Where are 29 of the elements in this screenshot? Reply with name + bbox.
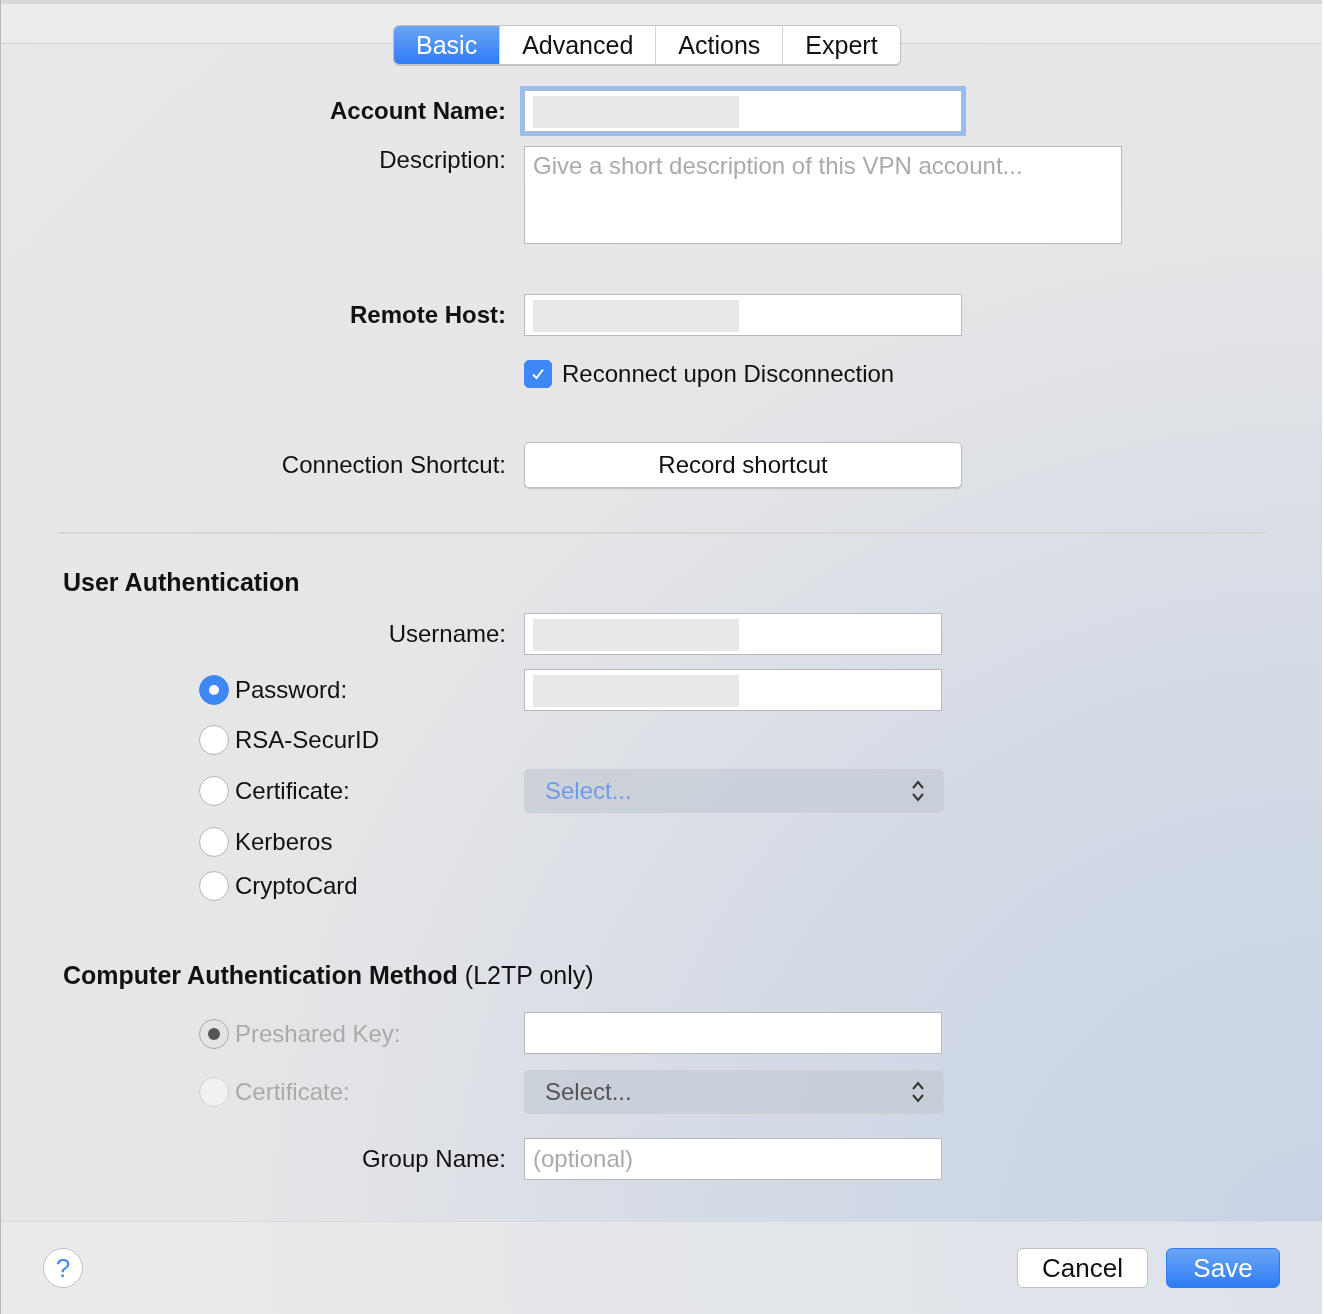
field-label: Account Name: xyxy=(328,97,506,125)
up-down-chevron-icon xyxy=(911,1080,925,1104)
section-heading: User Authentication xyxy=(62,568,301,597)
username-field[interactable] xyxy=(524,613,942,655)
field-label: Description: xyxy=(378,146,506,174)
radio-option[interactable]: RSA-SecurID xyxy=(199,725,506,755)
tab[interactable]: Expert xyxy=(782,26,900,64)
password-field[interactable] xyxy=(524,669,942,711)
dialog-button[interactable]: Cancel xyxy=(1017,1248,1148,1288)
radio-option[interactable]: CryptoCard xyxy=(199,871,506,901)
field-label: Username: xyxy=(387,620,506,648)
preshared-key-field[interactable] xyxy=(524,1012,942,1054)
checkmark-icon xyxy=(530,366,546,382)
radio-option[interactable]: Certificate: xyxy=(199,776,506,806)
heading-title: Computer Authentication Method xyxy=(63,961,458,989)
radio-option[interactable]: Password: xyxy=(199,675,506,705)
up-down-chevron-icon xyxy=(911,779,925,803)
record-shortcut-button[interactable]: Record shortcut xyxy=(524,442,962,488)
field-label: Connection Shortcut: xyxy=(280,451,506,479)
field-label: Remote Host: xyxy=(349,301,506,329)
reconnect-checkbox[interactable]: Reconnect upon Disconnection xyxy=(524,360,1124,388)
remote-host-field[interactable] xyxy=(524,294,962,336)
description-field[interactable]: Give a short description of this VPN account... xyxy=(524,146,1122,244)
tab[interactable]: Advanced xyxy=(499,26,656,64)
tab[interactable]: Actions xyxy=(655,26,783,64)
radio-option[interactable]: Kerberos xyxy=(199,827,506,857)
field-label: Group Name: xyxy=(360,1145,506,1173)
heading-note: (L2TP only) xyxy=(464,961,594,989)
group-name-field[interactable]: (optional) xyxy=(524,1138,942,1180)
